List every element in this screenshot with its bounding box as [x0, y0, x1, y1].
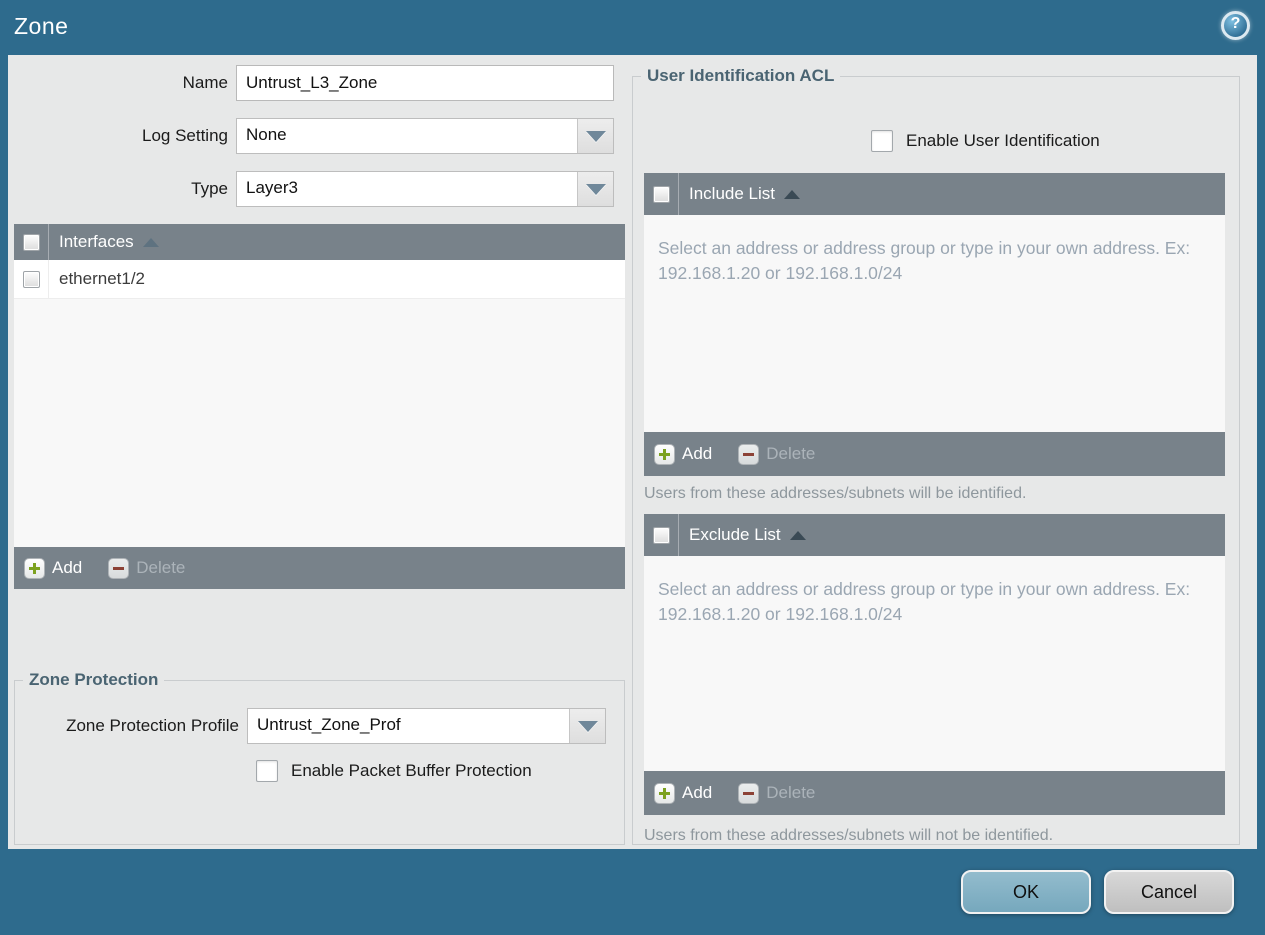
- include-list-header: Include List: [644, 173, 1225, 215]
- table-row[interactable]: ethernet1/2: [14, 260, 625, 299]
- user-identification-group: User Identification ACL Enable User Iden…: [632, 66, 1240, 845]
- chevron-down-icon: [585, 131, 606, 143]
- sort-ascending-icon[interactable]: [142, 237, 159, 247]
- zone-protection-profile-label: Zone Protection Profile: [66, 716, 239, 735]
- include-list-footer: Add Delete: [644, 432, 1225, 476]
- dialog-titlebar: Zone: [0, 0, 1265, 55]
- dialog-footer: OK Cancel: [0, 849, 1265, 935]
- enable-user-identification-checkbox[interactable]: [871, 130, 893, 152]
- name-input[interactable]: [236, 65, 614, 101]
- name-label: Name: [182, 73, 228, 92]
- type-row: Type Layer3: [8, 171, 614, 207]
- interfaces-table-footer: Add Delete: [14, 547, 625, 589]
- name-row: Name: [8, 65, 614, 101]
- log-setting-value: None: [246, 125, 287, 144]
- type-label: Type: [191, 179, 228, 198]
- log-setting-select[interactable]: None: [236, 118, 614, 154]
- interface-name: ethernet1/2: [59, 269, 146, 288]
- add-button[interactable]: Add: [654, 782, 712, 804]
- add-button[interactable]: Add: [24, 557, 82, 579]
- interfaces-table-body: ethernet1/2: [14, 260, 625, 547]
- include-list-column-header[interactable]: Include List: [689, 184, 775, 204]
- include-list-body: Select an address or address group or ty…: [644, 215, 1225, 432]
- sort-ascending-icon[interactable]: [784, 189, 800, 199]
- plus-icon: [24, 557, 45, 579]
- exclude-list-body: Select an address or address group or ty…: [644, 556, 1225, 771]
- user-identification-legend: User Identification ACL: [647, 66, 835, 85]
- enable-user-identification-row: Enable User Identification: [871, 130, 1100, 152]
- interfaces-select-all-checkbox[interactable]: [22, 233, 40, 251]
- zone-protection-group: Zone Protection Zone Protection Profile …: [14, 670, 625, 845]
- minus-icon: [738, 782, 760, 804]
- zone-protection-profile-dropdown-button[interactable]: [569, 709, 605, 743]
- exclude-list-table: Exclude List Select an address or addres…: [644, 514, 1225, 815]
- packet-buffer-label: Enable Packet Buffer Protection: [291, 761, 532, 780]
- delete-button[interactable]: Delete: [738, 443, 815, 465]
- zone-protection-profile-select[interactable]: Untrust_Zone_Prof: [247, 708, 606, 744]
- dialog-body: Name Log Setting None Type Layer3: [8, 55, 1257, 849]
- include-list-caption: Users from these addresses/subnets will …: [644, 485, 1027, 502]
- packet-buffer-checkbox[interactable]: [256, 760, 278, 782]
- type-dropdown-button[interactable]: [577, 172, 613, 206]
- exclude-list-header: Exclude List: [644, 514, 1225, 556]
- packet-buffer-row: Enable Packet Buffer Protection: [256, 760, 624, 782]
- exclude-select-all-checkbox[interactable]: [652, 526, 670, 544]
- log-setting-label: Log Setting: [141, 126, 228, 145]
- zone-dialog: Zone Name Log Setting None Type Layer3: [0, 0, 1265, 935]
- plus-icon: [654, 443, 675, 465]
- type-value: Layer3: [246, 178, 298, 197]
- log-setting-dropdown-button[interactable]: [577, 119, 613, 153]
- cancel-button[interactable]: Cancel: [1104, 870, 1234, 914]
- exclude-list-caption: Users from these addresses/subnets will …: [644, 827, 1054, 844]
- exclude-list-placeholder: Select an address or address group or ty…: [658, 579, 1191, 624]
- minus-icon: [108, 557, 130, 579]
- minus-icon: [738, 443, 760, 465]
- exclude-list-footer: Add Delete: [644, 771, 1225, 815]
- row-checkbox[interactable]: [22, 270, 40, 288]
- include-select-all-checkbox[interactable]: [652, 185, 670, 203]
- interfaces-table-header: Interfaces: [14, 224, 625, 260]
- interfaces-table: Interfaces ethernet1/2 Add Delete: [14, 224, 625, 589]
- help-icon[interactable]: [1221, 11, 1250, 40]
- sort-ascending-icon[interactable]: [789, 530, 806, 540]
- exclude-list-column-header[interactable]: Exclude List: [689, 525, 781, 545]
- log-setting-row: Log Setting None: [8, 118, 614, 154]
- delete-button[interactable]: Delete: [108, 557, 185, 579]
- delete-button[interactable]: Delete: [738, 782, 815, 804]
- zone-protection-profile-value: Untrust_Zone_Prof: [257, 715, 401, 734]
- ok-button[interactable]: OK: [961, 870, 1091, 914]
- type-select[interactable]: Layer3: [236, 171, 614, 207]
- plus-icon: [654, 782, 675, 804]
- include-list-placeholder: Select an address or address group or ty…: [658, 238, 1191, 283]
- chevron-down-icon: [585, 184, 606, 196]
- chevron-down-icon: [577, 721, 598, 733]
- zone-protection-profile-row: Zone Protection Profile Untrust_Zone_Pro…: [15, 708, 624, 744]
- enable-user-identification-label: Enable User Identification: [906, 131, 1100, 150]
- page-title: Zone: [14, 13, 69, 39]
- add-button[interactable]: Add: [654, 443, 712, 465]
- interfaces-column-header[interactable]: Interfaces: [59, 232, 134, 252]
- include-list-table: Include List Select an address or addres…: [644, 173, 1225, 476]
- zone-protection-legend: Zone Protection: [29, 670, 159, 689]
